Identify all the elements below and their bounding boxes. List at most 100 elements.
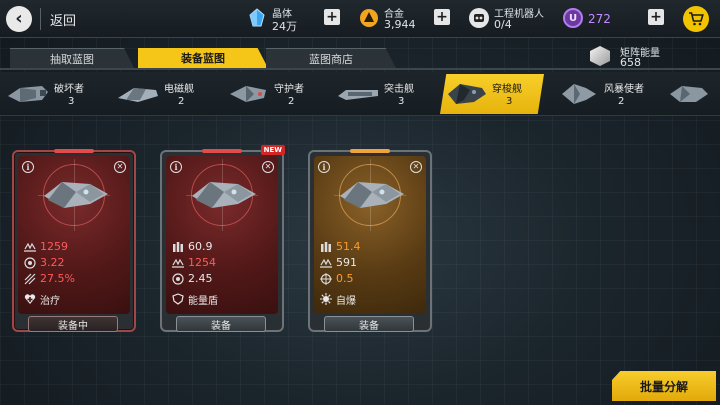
explode-icon — [320, 293, 332, 305]
stat-value: 1254 — [188, 256, 216, 269]
resource-value: 0/4 — [494, 18, 512, 31]
stat-row: 3.22 — [24, 256, 124, 270]
ship-icon — [670, 86, 708, 102]
stat-row: 1259 — [24, 240, 124, 254]
category-name: 突击舰 — [384, 84, 414, 95]
stat-row: 591 — [320, 256, 420, 270]
matrix-cube-icon — [590, 46, 610, 66]
equip-button[interactable]: 装备 — [324, 316, 414, 332]
rate-icon — [172, 273, 184, 285]
category-name: 电磁舰 — [164, 84, 194, 95]
blueprint-card[interactable]: i ✕ 1259 3.22 27.5% 治疗 装备中 — [12, 149, 136, 332]
category-count: 3 — [398, 96, 405, 107]
card-body: i ✕ 1259 3.22 27.5% 治疗 — [18, 156, 130, 314]
close-icon[interactable]: ✕ — [262, 161, 274, 173]
cart-icon — [689, 12, 704, 26]
stat-value: 0.5 — [336, 272, 354, 285]
stat-value: 51.4 — [336, 240, 361, 253]
stat-row: 1254 — [172, 256, 272, 270]
info-icon[interactable]: i — [318, 161, 330, 173]
blueprint-card[interactable]: NEW i ✕ 60.9 1254 2.45 能量盾 装备 — [160, 145, 285, 332]
info-icon[interactable]: i — [170, 161, 182, 173]
category-destroyer[interactable]: 破坏者 3 — [2, 74, 106, 114]
batch-decompose-button[interactable]: 批量分解 — [612, 371, 716, 401]
u-currency-icon: U — [562, 7, 584, 29]
resource-alloy: 合金 3,944 — [358, 4, 438, 34]
card-rarity-bar — [350, 149, 390, 153]
skill-label: 能量盾 — [188, 296, 218, 307]
card-body: i ✕ 51.4 591 0.5 自爆 — [314, 156, 426, 314]
ship-icon — [8, 86, 48, 102]
crit-icon — [24, 273, 36, 285]
top-bar: ‹ 返回 晶体 24万 + 合金 3,944 + 工程机器人 0/4 U 272… — [0, 0, 720, 38]
category-count: 2 — [288, 96, 295, 107]
new-badge: NEW — [260, 145, 285, 155]
u-currency-value: 272 — [588, 12, 611, 26]
skill-row: 能量盾 — [172, 292, 272, 307]
equipped-button[interactable]: 装备中 — [28, 316, 118, 332]
back-label[interactable]: 返回 — [50, 10, 76, 29]
stat-row: 51.4 — [320, 240, 420, 254]
category-emp-ship[interactable]: 电磁舰 2 — [112, 74, 216, 114]
rate-icon — [24, 257, 36, 269]
stat-value: 591 — [336, 256, 357, 269]
ship-icon — [338, 90, 378, 100]
category-more[interactable] — [662, 74, 720, 114]
resource-value: 24万 — [272, 20, 297, 33]
alloy-icon — [358, 7, 380, 29]
close-icon[interactable]: ✕ — [410, 161, 422, 173]
robot-icon — [468, 7, 490, 29]
category-name: 守护者 — [274, 84, 304, 95]
resource-robot: 工程机器人 0/4 — [468, 4, 558, 34]
info-icon[interactable]: i — [22, 161, 34, 173]
divider — [40, 8, 41, 30]
stat-row: 27.5% — [24, 272, 124, 286]
add-crystal-button[interactable]: + — [324, 9, 340, 25]
stat-row: 0.5 — [320, 272, 420, 286]
tab-draw-blueprint[interactable]: 抽取蓝图 — [10, 48, 134, 68]
tab-equip-blueprint[interactable]: 装备蓝图 — [138, 48, 268, 68]
tab-label: 蓝图商店 — [309, 52, 353, 66]
ship-category-strip: 破坏者 3 电磁舰 2 守护者 2 突击舰 3 穿梭舰 3 风暴使者 2 — [0, 72, 720, 116]
add-alloy-button[interactable]: + — [434, 9, 450, 25]
stat-value: 3.22 — [40, 256, 65, 269]
ship-icon — [230, 86, 266, 102]
tab-label: 抽取蓝图 — [50, 52, 94, 66]
heal-icon — [24, 294, 36, 304]
ammo-icon — [321, 242, 331, 252]
crystal-icon — [246, 7, 268, 29]
u-currency-letter: U — [563, 8, 583, 28]
matrix-energy-value: 658 — [620, 56, 641, 69]
plus-icon: + — [326, 9, 338, 25]
back-button[interactable]: ‹ — [6, 6, 32, 32]
add-u-currency-button[interactable]: + — [648, 9, 664, 25]
shop-cart-button[interactable] — [683, 6, 709, 32]
card-body: i ✕ 60.9 1254 2.45 能量盾 — [166, 156, 278, 314]
resource-value: 3,944 — [384, 18, 416, 31]
category-name: 穿梭舰 — [492, 84, 522, 95]
stat-value: 1259 — [40, 240, 68, 253]
category-count: 2 — [618, 96, 625, 107]
ammo-icon — [173, 242, 183, 252]
ship-icon — [448, 84, 486, 104]
card-rarity-bar — [202, 149, 242, 153]
category-name: 破坏者 — [54, 84, 84, 95]
chevron-left-icon: ‹ — [15, 8, 23, 29]
speed-icon — [320, 258, 332, 268]
blueprint-card[interactable]: i ✕ 51.4 591 0.5 自爆 装备 — [308, 149, 432, 332]
category-guardian[interactable]: 守护者 2 — [222, 74, 326, 114]
equip-button[interactable]: 装备 — [176, 316, 266, 332]
stat-value: 2.45 — [188, 272, 213, 285]
category-storm-envoy[interactable]: 风暴使者 2 — [552, 74, 656, 114]
resource-u-currency: U 272 — [562, 4, 632, 34]
skill-label: 自爆 — [336, 296, 356, 307]
tab-blueprint-shop[interactable]: 蓝图商店 — [266, 48, 396, 68]
stat-row: 2.45 — [172, 272, 272, 286]
category-shuttle-ship[interactable]: 穿梭舰 3 — [440, 74, 544, 114]
skill-row: 治疗 — [24, 292, 124, 307]
shield-icon — [172, 293, 184, 305]
category-assault-ship[interactable]: 突击舰 3 — [332, 74, 436, 114]
stat-value: 60.9 — [188, 240, 213, 253]
card-rarity-bar — [54, 149, 94, 153]
close-icon[interactable]: ✕ — [114, 161, 126, 173]
